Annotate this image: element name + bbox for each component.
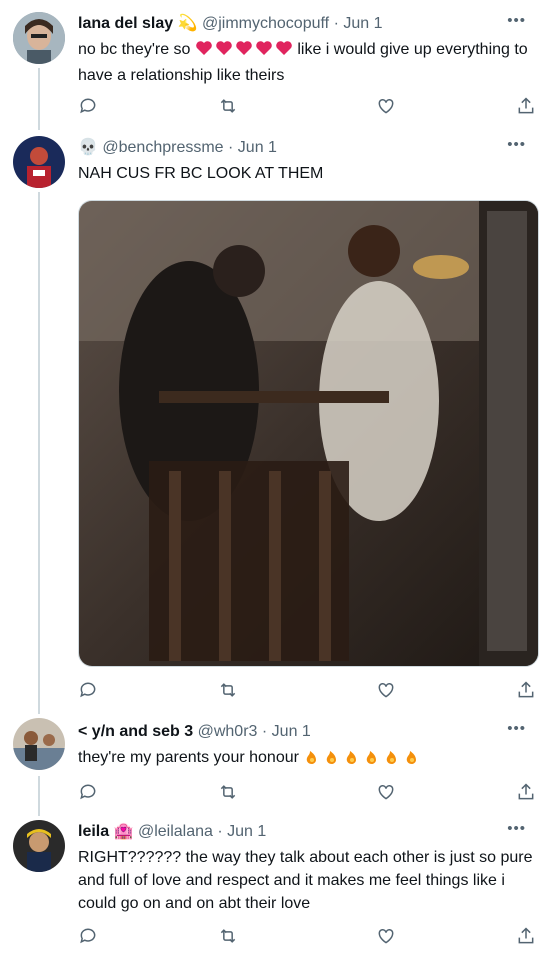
like-icon[interactable] bbox=[376, 782, 396, 802]
share-icon[interactable] bbox=[516, 680, 536, 700]
skull-emoji-icon: 💀 bbox=[78, 139, 98, 156]
timestamp[interactable]: · Jun 1 bbox=[228, 139, 277, 156]
tweet[interactable]: < y/n and seb 3 @wh0r3 · Jun 1 ••• they'… bbox=[0, 718, 552, 806]
more-icon[interactable]: ••• bbox=[507, 721, 526, 736]
more-icon[interactable]: ••• bbox=[507, 137, 526, 152]
reply-icon[interactable] bbox=[78, 926, 98, 946]
timestamp[interactable]: · Jun 1 bbox=[334, 15, 383, 32]
like-icon[interactable] bbox=[376, 96, 396, 116]
share-icon[interactable] bbox=[516, 96, 536, 116]
tweet-actions bbox=[78, 926, 538, 948]
tweet[interactable]: lana del slay 💫 @jimmychocopuff · Jun 1 … bbox=[0, 12, 552, 124]
more-icon[interactable]: ••• bbox=[507, 13, 526, 28]
timestamp[interactable]: · Jun 1 bbox=[262, 723, 311, 740]
retweet-icon[interactable] bbox=[218, 782, 238, 802]
tweet-text: they're my parents your honour bbox=[78, 746, 540, 772]
like-icon[interactable] bbox=[376, 680, 396, 700]
display-name[interactable]: < y/n and seb 3 bbox=[78, 723, 193, 740]
retweet-icon[interactable] bbox=[218, 680, 238, 700]
retweet-icon[interactable] bbox=[218, 926, 238, 946]
avatar[interactable] bbox=[13, 12, 65, 64]
share-icon[interactable] bbox=[516, 782, 536, 802]
tweet-content: 💀 @benchpressme · Jun 1 ••• NAH CUS FR B… bbox=[78, 137, 540, 185]
tweet-header: 💀 @benchpressme · Jun 1 bbox=[78, 138, 540, 158]
more-icon[interactable]: ••• bbox=[507, 821, 526, 836]
tweet-photo[interactable] bbox=[78, 200, 539, 667]
display-name[interactable]: leila bbox=[78, 823, 109, 840]
avatar[interactable] bbox=[13, 820, 65, 872]
tweet-actions bbox=[78, 782, 538, 804]
tweet-text: no bc they're so like i would give up ev… bbox=[78, 38, 540, 87]
handle[interactable]: @jimmychocopuff bbox=[202, 15, 329, 32]
handle[interactable]: @benchpressme bbox=[102, 139, 223, 156]
tweet-header: < y/n and seb 3 @wh0r3 · Jun 1 bbox=[78, 722, 540, 742]
tweet[interactable]: leila 🏩 @leilalana · Jun 1 ••• RIGHT????… bbox=[0, 820, 552, 956]
fire-emoji-icon bbox=[303, 747, 423, 772]
tweet-text: NAH CUS FR BC LOOK AT THEM bbox=[78, 165, 324, 182]
tweet-header: leila 🏩 @leilalana · Jun 1 bbox=[78, 822, 540, 842]
love-hotel-emoji-icon: 🏩 bbox=[113, 823, 134, 840]
tweet-actions bbox=[78, 96, 538, 118]
timestamp[interactable]: · Jun 1 bbox=[217, 823, 266, 840]
handle[interactable]: @wh0r3 bbox=[198, 723, 258, 740]
hearts-emoji-icon bbox=[195, 39, 293, 64]
tweet-content: lana del slay 💫 @jimmychocopuff · Jun 1 … bbox=[78, 13, 540, 87]
reply-icon[interactable] bbox=[78, 96, 98, 116]
tweet-content: < y/n and seb 3 @wh0r3 · Jun 1 ••• they'… bbox=[78, 721, 540, 772]
like-icon[interactable] bbox=[376, 926, 396, 946]
tweet-text: RIGHT?????? the way they talk about each… bbox=[78, 849, 533, 912]
retweet-icon[interactable] bbox=[218, 96, 238, 116]
tweet-actions bbox=[78, 680, 538, 702]
tweet-text-start: no bc they're so bbox=[78, 41, 191, 58]
tweet-content: leila 🏩 @leilalana · Jun 1 ••• RIGHT????… bbox=[78, 821, 540, 915]
share-icon[interactable] bbox=[516, 926, 536, 946]
handle[interactable]: @leilalana bbox=[138, 823, 213, 840]
sparkles-emoji-icon: 💫 bbox=[177, 15, 198, 32]
avatar[interactable] bbox=[13, 718, 65, 770]
tweet-header: lana del slay 💫 @jimmychocopuff · Jun 1 bbox=[78, 14, 540, 34]
reply-icon[interactable] bbox=[78, 782, 98, 802]
display-name[interactable]: lana del slay bbox=[78, 15, 173, 32]
tweet[interactable]: 💀 @benchpressme · Jun 1 ••• NAH CUS FR B… bbox=[0, 136, 552, 706]
tweet-text-main: they're my parents your honour bbox=[78, 749, 299, 766]
reply-icon[interactable] bbox=[78, 680, 98, 700]
avatar[interactable] bbox=[13, 136, 65, 188]
